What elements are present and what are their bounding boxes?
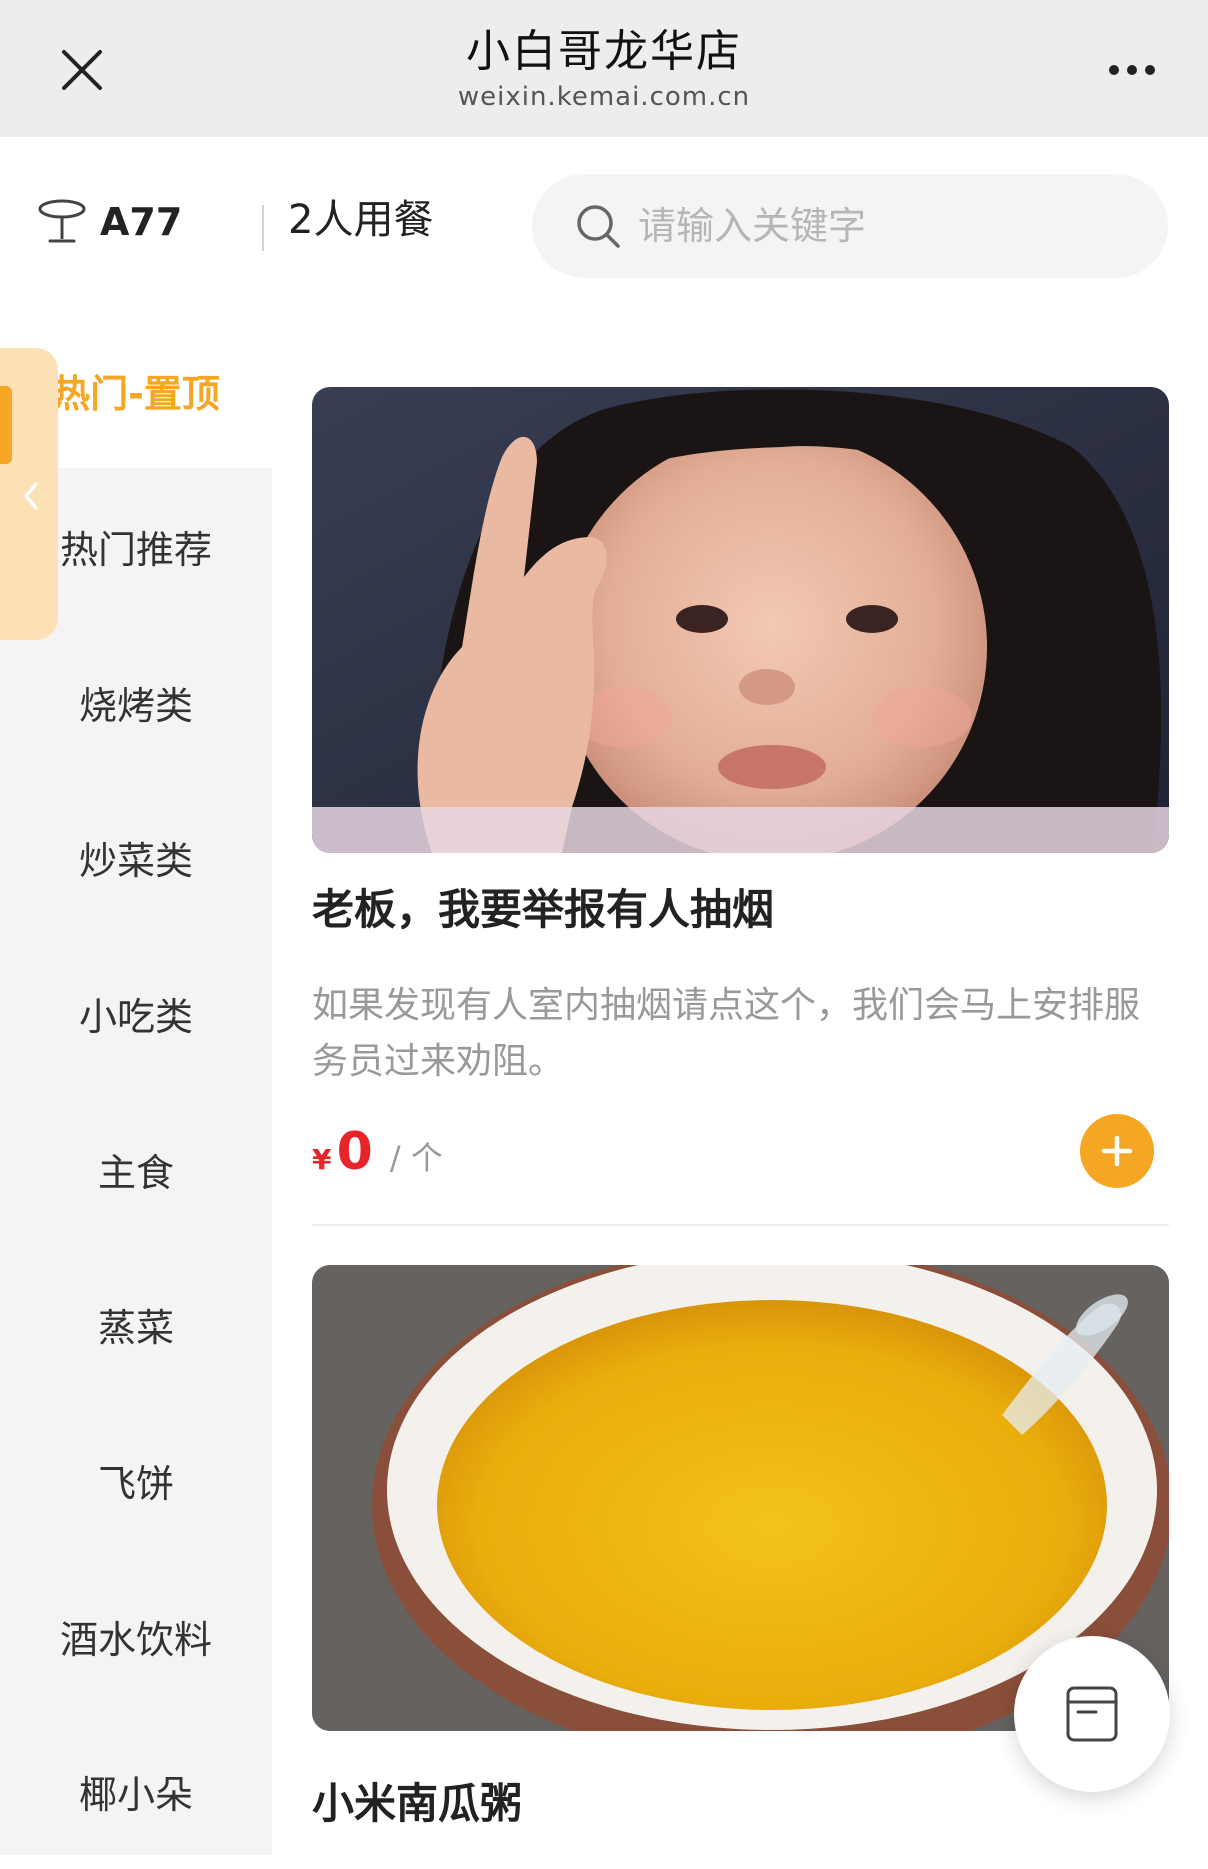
dish-name[interactable]: 小米南瓜粥 <box>312 1776 522 1832</box>
category-label: 椰小朵 <box>78 1772 193 1817</box>
cart-icon <box>1066 1686 1118 1742</box>
chevron-left-icon <box>24 482 38 510</box>
table-number: A77 <box>100 200 183 244</box>
table-icon <box>38 199 86 243</box>
plus-icon <box>1101 1135 1133 1167</box>
dish-list: 老板，我要举报有人抽烟 如果发现有人室内抽烟请点这个，我们会马上安排服务员过来劝… <box>272 312 1208 1855</box>
category-label: 酒水饮料 <box>59 1617 212 1662</box>
dish-image[interactable] <box>312 387 1169 853</box>
category-item-steamed[interactable]: 蒸菜 <box>0 1246 272 1402</box>
search-box[interactable] <box>532 174 1168 278</box>
category-label: 蒸菜 <box>97 1305 174 1350</box>
diner-count[interactable]: 2人用餐 <box>288 195 433 245</box>
more-icon-dot <box>1145 65 1155 75</box>
category-label: 热门-置顶 <box>52 371 220 416</box>
category-label: 烧烤类 <box>78 683 193 728</box>
category-label: 小吃类 <box>78 994 193 1039</box>
category-label: 主食 <box>97 1150 174 1195</box>
divider <box>262 205 264 251</box>
category-item-staple[interactable]: 主食 <box>0 1091 272 1247</box>
search-icon <box>577 205 620 248</box>
currency-symbol: ¥ <box>312 1143 332 1176</box>
active-indicator <box>0 386 12 464</box>
more-icon <box>1109 65 1119 75</box>
page-title: 小白哥龙华店 <box>466 26 742 77</box>
dish-name[interactable]: 老板，我要举报有人抽烟 <box>312 882 774 938</box>
title-bar: 小白哥龙华店 weixin.kemai.com.cn <box>0 0 1208 137</box>
sidebar-collapse-tab[interactable] <box>0 348 58 640</box>
more-button[interactable] <box>1096 50 1168 90</box>
dish-price: 0 <box>336 1122 373 1182</box>
category-item-coconut[interactable]: 椰小朵 <box>0 1713 272 1869</box>
category-label: 飞饼 <box>97 1461 174 1506</box>
category-item-flying-cake[interactable]: 飞饼 <box>0 1402 272 1558</box>
page-subtitle: weixin.kemai.com.cn <box>457 82 751 112</box>
category-item-drinks[interactable]: 酒水饮料 <box>0 1558 272 1714</box>
dish-divider <box>312 1224 1169 1226</box>
category-item-snacks[interactable]: 小吃类 <box>0 935 272 1091</box>
cart-button[interactable] <box>1014 1636 1170 1792</box>
price-row: ¥ 0 / 个 <box>312 1122 443 1192</box>
search-input[interactable] <box>638 196 1138 256</box>
category-label: 热门推荐 <box>59 527 212 572</box>
dish-description: 如果发现有人室内抽烟请点这个，我们会马上安排服务员过来劝阻。 <box>312 985 1141 1082</box>
more-icon-dot <box>1127 65 1137 75</box>
child-photo <box>312 387 1169 853</box>
add-to-cart-button[interactable] <box>1080 1114 1154 1188</box>
price-unit: / 个 <box>389 1139 443 1177</box>
order-header: A77 2人用餐 <box>0 137 1208 312</box>
category-item-bbq[interactable]: 烧烤类 <box>0 624 272 780</box>
title-block: 小白哥龙华店 weixin.kemai.com.cn <box>0 22 1208 112</box>
category-item-stir-fry[interactable]: 炒菜类 <box>0 779 272 935</box>
category-label: 炒菜类 <box>78 838 193 883</box>
